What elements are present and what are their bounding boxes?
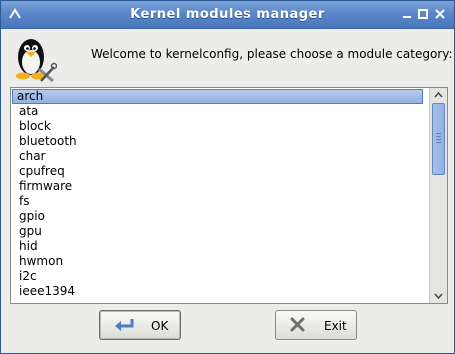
scroll-down-icon[interactable] xyxy=(430,289,447,303)
minimize-icon[interactable] xyxy=(400,7,414,21)
tux-penguin-icon xyxy=(11,33,58,83)
titlebar[interactable]: Kernel modules manager xyxy=(1,1,454,29)
window-title: Kernel modules manager xyxy=(130,7,325,22)
list-item[interactable]: i2c xyxy=(12,269,429,284)
welcome-text: Welcome to kernelconfig, please choose a… xyxy=(91,47,453,61)
dialog-window: Kernel modules manager Welcome to kernel… xyxy=(0,0,455,354)
list-item[interactable]: gpio xyxy=(12,209,429,224)
list-item[interactable]: ata xyxy=(12,104,429,119)
list-item[interactable]: bluetooth xyxy=(12,134,429,149)
list-item[interactable]: firmware xyxy=(12,179,429,194)
close-icon[interactable] xyxy=(433,7,447,21)
header: Welcome to kernelconfig, please choose a… xyxy=(1,29,454,85)
exit-button[interactable]: Exit xyxy=(275,310,357,340)
list-item[interactable]: fs xyxy=(12,194,429,209)
list-item[interactable]: char xyxy=(12,149,429,164)
close-x-icon xyxy=(288,317,308,336)
enter-arrow-icon xyxy=(112,317,136,336)
ok-button[interactable]: OK xyxy=(99,310,181,340)
list-items[interactable]: arch ata block bluetooth char cpufreq firmware… xyxy=(11,88,429,303)
scrollbar-thumb[interactable] xyxy=(432,103,445,175)
list-item[interactable]: block xyxy=(12,119,429,134)
list-item[interactable]: cpufreq xyxy=(12,164,429,179)
vertical-scrollbar[interactable] xyxy=(429,88,447,303)
list-item[interactable]: ieee1394 xyxy=(12,284,429,299)
list-item-selected[interactable]: arch xyxy=(12,89,423,104)
module-category-list[interactable]: arch ata block bluetooth char cpufreq firmware… xyxy=(10,87,448,304)
ok-button-label: OK xyxy=(151,319,169,333)
maximize-icon[interactable] xyxy=(416,7,430,21)
scroll-up-icon[interactable] xyxy=(430,88,447,102)
list-item[interactable]: gpu xyxy=(12,224,429,239)
list-item[interactable]: hwmon xyxy=(12,254,429,269)
list-item[interactable]: hid xyxy=(12,239,429,254)
exit-button-label: Exit xyxy=(324,319,347,333)
